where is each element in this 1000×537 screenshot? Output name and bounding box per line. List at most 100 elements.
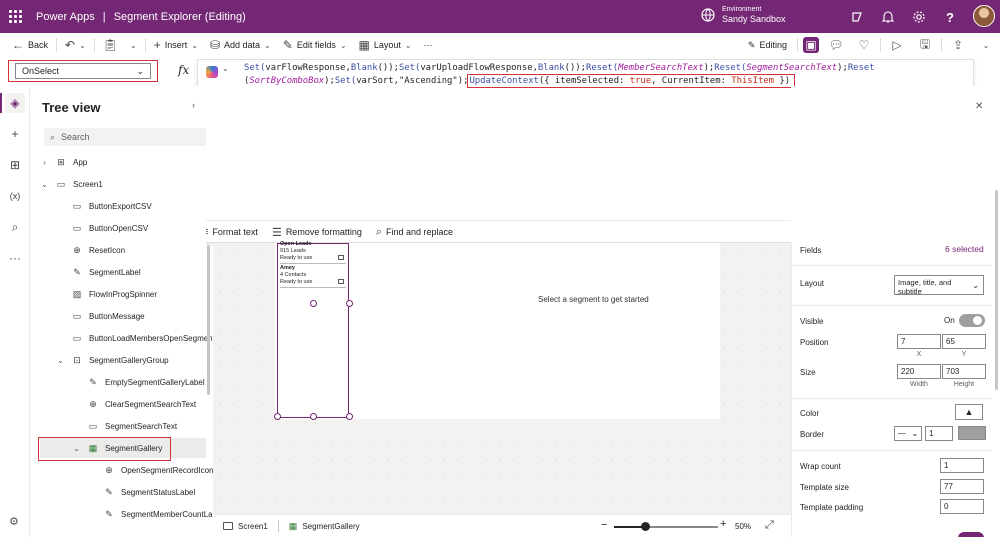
more-commands-button[interactable]: ···	[418, 33, 439, 57]
copilot-icon[interactable]	[848, 8, 866, 26]
tree-item[interactable]: ✎ EmptySegmentGalleryLabel	[40, 372, 204, 392]
format-text-button[interactable]: ≡ Format text	[202, 226, 258, 238]
zoom-in-icon[interactable]: +	[720, 518, 726, 530]
tree-item[interactable]: ▭ SegmentSearchText	[40, 416, 177, 436]
editing-mode-button[interactable]: ✎ Editing	[740, 40, 795, 51]
add-data-button[interactable]: ⛁ Add data ⌄	[204, 33, 277, 57]
help-icon[interactable]: ?	[941, 8, 959, 26]
settings-icon[interactable]: ⚙	[9, 515, 19, 528]
chevron-down-icon[interactable]: ⌄	[222, 64, 229, 73]
app-checker-icon[interactable]: ▣	[803, 37, 819, 53]
chevron-right-icon[interactable]: ›	[40, 158, 49, 167]
insert-plus-icon[interactable]: +	[5, 124, 25, 144]
fit-to-window-icon[interactable]: ⤢	[765, 519, 774, 532]
open-record-icon[interactable]	[338, 279, 344, 284]
zoom-out-icon[interactable]: −	[601, 519, 607, 531]
collapse-panel-icon[interactable]: ›	[192, 100, 195, 110]
height-input[interactable]: 703	[942, 364, 986, 379]
width-input[interactable]: 220	[897, 364, 941, 379]
scroll-thumb[interactable]	[207, 245, 210, 395]
fill-color-picker[interactable]: ▲	[955, 404, 983, 420]
tree-item[interactable]: ⊕ ResetIcon	[40, 240, 125, 260]
app-launcher-icon[interactable]	[0, 0, 30, 33]
tree-item[interactable]: ▭ ButtonExportCSV	[40, 196, 152, 216]
tree-item[interactable]: ✎ SegmentLabel	[40, 262, 140, 282]
zoom-slider[interactable]	[614, 522, 718, 531]
property-selector[interactable]: OnSelect ⌄	[8, 60, 158, 82]
data-table-icon[interactable]: ⊞	[5, 155, 25, 175]
template-size-input[interactable]: 77	[940, 479, 984, 494]
settings-icon[interactable]	[910, 8, 928, 26]
layout-button[interactable]: ▦ Layout ⌄	[353, 33, 418, 57]
canvas[interactable]: Open Leads 915 Leads Ready to use Amey 4 Con…	[213, 241, 791, 514]
resize-handle[interactable]	[274, 413, 281, 420]
more-icon[interactable]: ···	[5, 248, 25, 268]
position-y-input[interactable]: 65	[942, 334, 986, 349]
find-replace-button[interactable]: ⌕ Find and replace	[376, 226, 453, 239]
formula-editor[interactable]: Set(varFlowResponse,Blank());Set(varUplo…	[244, 62, 964, 88]
tree-scrollbar[interactable]	[206, 245, 211, 537]
chevron-down-icon[interactable]: ⌄	[56, 356, 65, 365]
paste-button[interactable]: 📋︎	[97, 33, 124, 57]
preview-play-icon[interactable]: ▷	[886, 34, 908, 56]
comments-icon[interactable]: 💬︎	[825, 34, 847, 56]
resize-handle[interactable]	[346, 300, 353, 307]
save-icon[interactable]: 🖫︎	[914, 34, 936, 56]
tree-item[interactable]: ▨ FlowInProgSpinner	[40, 284, 157, 304]
tree-item[interactable]: ▭ ButtonLoadMembersOpenSegment	[40, 328, 215, 348]
close-icon[interactable]: ✕	[975, 101, 983, 112]
environment-picker[interactable]: Environment Sandy Sandbox	[700, 5, 786, 25]
screen-preview[interactable]: Open Leads 915 Leads Ready to use Amey 4 Con…	[275, 241, 720, 419]
tree-item[interactable]: ✎ SegmentStatusLabel	[40, 482, 195, 502]
border-width-input[interactable]: 1	[925, 426, 953, 441]
health-monitor-icon[interactable]: ♡	[853, 34, 875, 56]
paste-options-button[interactable]: ⌄	[124, 33, 143, 57]
back-arrow-icon: ←	[12, 38, 24, 52]
tree-search-input[interactable]: ⌕ Search	[44, 128, 206, 146]
back-button[interactable]: ← Back	[0, 33, 54, 57]
tree-item[interactable]: › ⊞ App	[40, 152, 87, 172]
undo-button[interactable]: ↶ ⌄	[59, 33, 92, 57]
template-padding-input[interactable]: 0	[940, 499, 984, 514]
avatar[interactable]	[973, 5, 995, 27]
bottom-toggle[interactable]	[958, 532, 984, 537]
fields-value-link[interactable]: 6 selected	[945, 244, 984, 254]
tree-item[interactable]: ⊕ OpenSegmentRecordIcon	[40, 460, 213, 480]
resize-handle[interactable]	[346, 413, 353, 420]
resize-handle[interactable]	[310, 300, 317, 307]
border-style-dropdown[interactable]: — ⌄	[894, 426, 922, 441]
tree-item[interactable]: ⌄ ⊡ SegmentGalleryGroup	[40, 350, 168, 370]
layout-dropdown[interactable]: Image, title, and subtitle ⌄	[894, 275, 984, 296]
notifications-icon[interactable]	[879, 8, 897, 26]
gallery-item[interactable]: Open Leads 915 Leads Ready to use	[280, 241, 346, 264]
properties-scrollbar[interactable]	[995, 190, 998, 390]
wrap-count-input[interactable]: 1	[940, 458, 984, 473]
tree-view-layers-icon[interactable]: ◈	[5, 93, 25, 113]
visible-toggle[interactable]	[959, 314, 985, 327]
variables-icon[interactable]: (x)	[5, 186, 25, 206]
tree-item-label: ClearSegmentSearchText	[105, 399, 197, 409]
open-record-icon[interactable]	[338, 255, 344, 260]
gallery-item[interactable]: Amey 4 Contacts Ready to use	[280, 265, 346, 288]
zoom-slider-thumb[interactable]	[641, 522, 651, 531]
tree-item[interactable]: ⌄ ▭ Screen1	[40, 174, 103, 194]
formula-token: varSort	[356, 76, 394, 86]
tree-item[interactable]: ▭ ButtonMessage	[40, 306, 145, 326]
tree-item[interactable]: ▭ ButtonOpenCSV	[40, 218, 148, 238]
breadcrumb-screen[interactable]: Screen1	[223, 522, 268, 531]
insert-button[interactable]: + Insert ⌄	[148, 33, 204, 57]
position-x-input[interactable]: 7	[897, 334, 941, 349]
search-icon[interactable]: ⌕	[5, 217, 25, 237]
remove-formatting-button[interactable]: ☰ Remove formatting	[272, 226, 362, 239]
tree-item[interactable]: ⊕ ClearSegmentSearchText	[40, 394, 196, 414]
resize-handle[interactable]	[310, 413, 317, 420]
breadcrumb-control[interactable]: ▦ SegmentGallery	[289, 521, 360, 532]
border-color-swatch[interactable]	[958, 426, 986, 440]
tree-item[interactable]: ✎ SegmentMemberCountLabel	[40, 504, 223, 524]
copilot-icon[interactable]	[206, 66, 218, 78]
chevron-down-icon[interactable]: ⌄	[975, 34, 997, 56]
edit-fields-button[interactable]: ✎ Edit fields ⌄	[277, 33, 353, 57]
publish-icon[interactable]: ⇪	[947, 34, 969, 56]
chevron-down-icon[interactable]: ⌄	[40, 180, 49, 189]
segment-gallery[interactable]: Open Leads 915 Leads Ready to use Amey 4 Con…	[277, 241, 349, 418]
